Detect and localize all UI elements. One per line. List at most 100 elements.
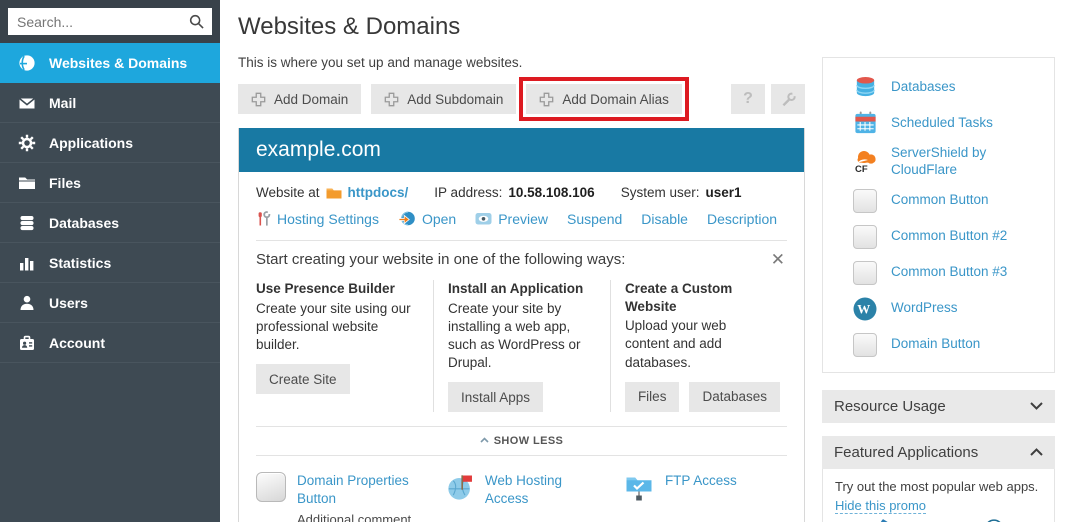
install-apps-button[interactable]: Install Apps [448,382,543,412]
featured-applications-header[interactable]: Featured Applications [822,436,1055,469]
generic-button-icon [851,331,879,359]
sidebar-item-statistics[interactable]: Statistics [0,243,220,283]
resource-usage-header[interactable]: Resource Usage [822,390,1055,423]
domain-properties-link[interactable]: Domain Properties Button [297,472,419,507]
hosting-settings-link[interactable]: Hosting Settings [256,211,379,227]
generic-button-icon [851,187,879,215]
add-domain-button[interactable]: Add Domain [238,84,361,114]
sidebar-item-databases[interactable]: Databases [0,203,220,243]
web-hosting-access-link[interactable]: Web Hosting Access [485,472,596,507]
promo-col-title: Create a Custom Website [625,280,773,315]
shortcut-databases[interactable]: Databases [823,69,1054,105]
shortcut-label: WordPress [891,300,958,317]
preview-eye-icon [475,211,492,226]
httpdocs-link[interactable]: httpdocs/ [348,185,409,200]
shortcut-label: Common Button #2 [891,228,1007,245]
sidebar-item-label: Account [49,335,105,351]
wordpress-logo-icon [974,518,1014,522]
shortcut-common-button-3[interactable]: Common Button #3 [823,255,1054,291]
sidebar-item-files[interactable]: Files [0,163,220,203]
question-icon: ? [743,90,753,108]
hide-promo-link[interactable]: Hide this promo [835,498,926,514]
description-link[interactable]: Description [707,211,777,227]
ftp-access-link[interactable]: FTP Access [665,472,737,490]
ip-value: 10.58.108.106 [508,185,594,200]
highlight-box: Add Domain Alias [526,84,682,114]
shortcut-common-button-2[interactable]: Common Button #2 [823,219,1054,255]
sidebar-item-label: Statistics [49,255,111,271]
web-hosting-access-tool: Web Hosting Access [433,472,610,522]
domain-actions-row: Hosting Settings Open [256,210,787,227]
sidebar: Websites & Domains Mail [0,0,220,522]
promo-heading: Start creating your website in one of th… [256,251,625,268]
svg-text:W: W [857,301,870,316]
search-icon[interactable] [189,14,204,29]
show-less-toggle[interactable]: SHOW LESS [256,426,787,456]
add-domain-alias-button[interactable]: Add Domain Alias [526,84,682,114]
website-at-group: Website at httpdocs/ [256,185,408,200]
tool-comment: Additional comment [297,512,419,522]
suspend-link[interactable]: Suspend [567,211,622,227]
shortcut-servershield[interactable]: CF ServerShield by CloudFlare [823,141,1054,183]
user-icon [17,294,36,312]
toolbar: Add Domain Add Subdomain Add Domain Alia… [238,84,805,114]
sidebar-item-users[interactable]: Users [0,283,220,323]
files-button[interactable]: Files [625,382,680,412]
wordpress-icon: W [851,295,879,323]
shortcut-wordpress[interactable]: W WordPress [823,291,1054,327]
shortcut-scheduled-tasks[interactable]: Scheduled Tasks [823,105,1054,141]
database-color-icon [851,73,879,101]
system-user-group: System user: user1 [621,185,742,200]
globe-icon [17,54,36,72]
add-subdomain-button[interactable]: Add Subdomain [371,84,516,114]
create-site-button[interactable]: Create Site [256,364,350,394]
getting-started-promo: Start creating your website in one of th… [256,240,787,412]
ftp-folder-icon [624,472,654,501]
close-icon[interactable]: ✕ [769,251,787,268]
preview-link[interactable]: Preview [475,211,548,227]
globe-flag-icon [447,472,474,502]
featured-text: Try out the most popular web apps. [835,479,1042,494]
shortcut-common-button[interactable]: Common Button [823,183,1054,219]
help-button[interactable]: ? [731,84,765,114]
sidebar-item-applications[interactable]: Applications [0,123,220,163]
sidebar-item-websites-domains[interactable]: Websites & Domains [0,43,220,83]
disable-link[interactable]: Disable [641,211,688,227]
generic-button-icon [851,259,879,287]
sidebar-item-mail[interactable]: Mail [0,83,220,123]
search-input[interactable] [8,8,212,35]
promo-col-title: Use Presence Builder [256,280,419,298]
plus-icon [384,92,399,107]
domain-card-title: example.com [239,128,804,172]
open-site-icon [398,210,416,227]
wrench-icon [780,91,797,108]
settings-button[interactable] [771,84,805,114]
joomla-logo-icon [863,518,903,522]
sidebar-item-label: Users [49,295,88,311]
sidebar-search [0,0,220,43]
sidebar-item-label: Files [49,175,81,191]
sidebar-item-label: Mail [49,95,76,111]
page-subtitle: This is where you set up and manage webs… [238,55,805,70]
tools-icon [256,211,271,227]
open-link[interactable]: Open [398,210,456,227]
featured-app-logos [835,514,1042,522]
sidebar-item-account[interactable]: Account [0,323,220,363]
svg-text:CF: CF [855,164,868,175]
main-content: Websites & Domains This is where you set… [238,0,805,522]
promo-col-install-application: Install an Application Create your site … [433,280,610,412]
domain-tools-row: Domain Properties Button Additional comm… [256,472,787,522]
shortcut-label: Scheduled Tasks [891,115,993,132]
shortcut-domain-button[interactable]: Domain Button [823,327,1054,363]
chevron-up-icon [1030,448,1043,456]
promo-columns: Use Presence Builder Create your site us… [256,280,787,412]
shortcuts-box: Databases Scheduled Tasks [822,57,1055,373]
promo-col-text: Create your site by installing a web app… [448,300,596,373]
calendar-icon [851,109,879,137]
system-user-value: user1 [705,185,741,200]
bar-chart-icon [17,254,36,272]
promo-col-presence-builder: Use Presence Builder Create your site us… [256,280,433,412]
generic-button-icon [256,472,286,502]
databases-button[interactable]: Databases [689,382,780,412]
chevron-down-icon [1030,402,1043,410]
